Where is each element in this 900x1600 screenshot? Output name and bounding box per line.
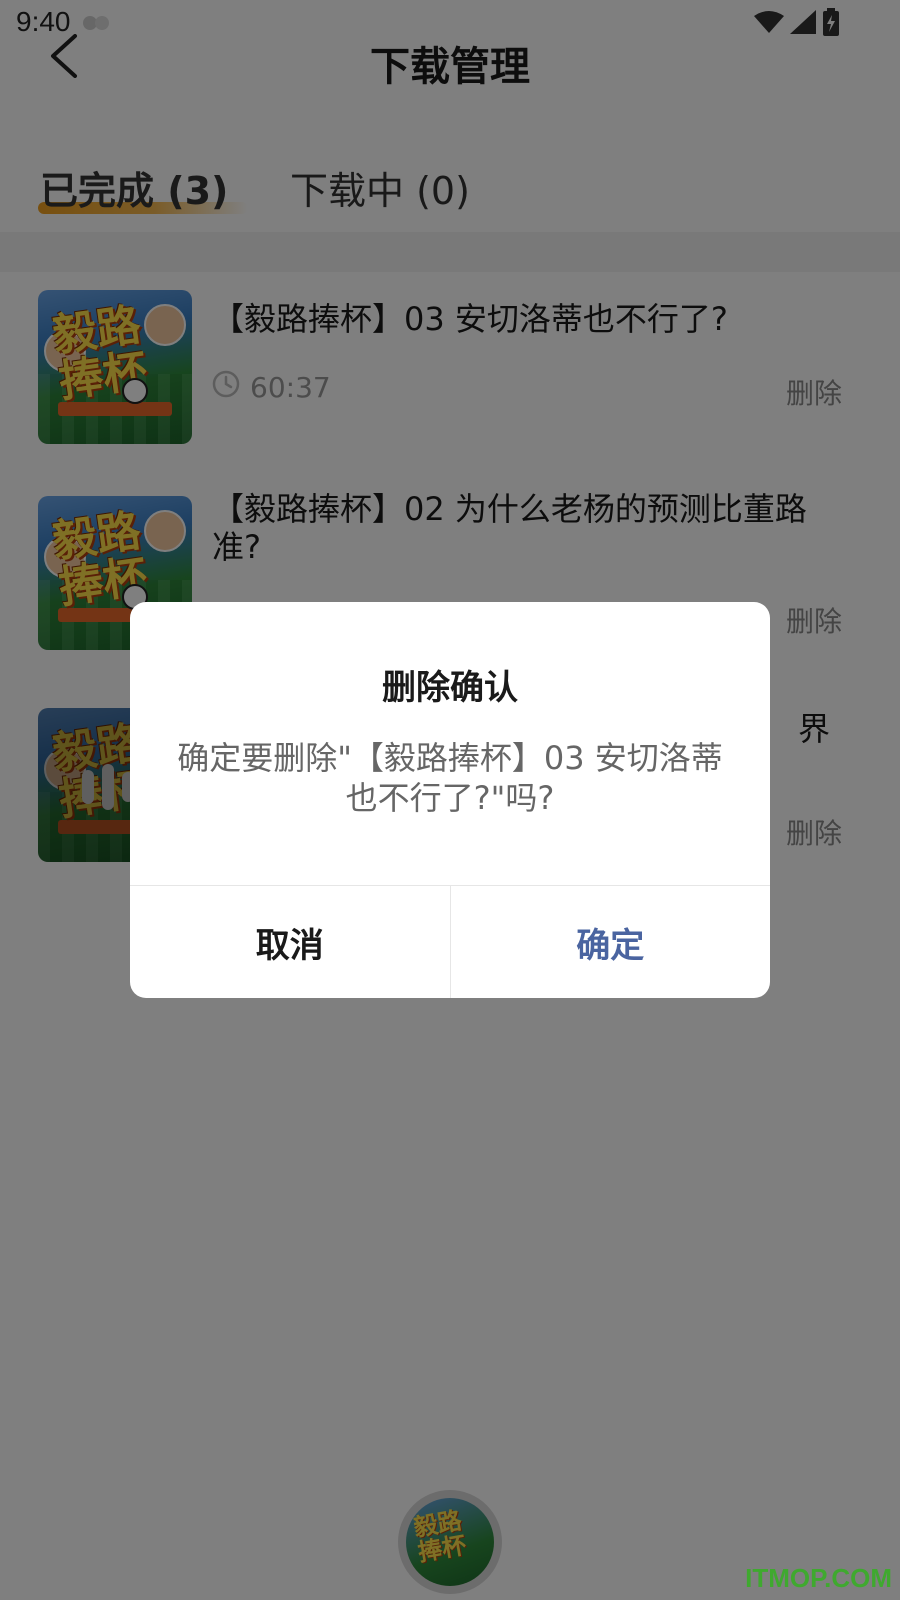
dialog-title: 删除确认 <box>382 668 518 708</box>
delete-confirm-dialog: 删除确认 确定要删除"【毅路捧杯】03 安切洛蒂也不行了?"吗? 取消 确定 <box>130 602 770 998</box>
dialog-actions: 取消 确定 <box>130 885 770 998</box>
tab-label: 已完成 (3) <box>40 169 229 213</box>
cancel-button[interactable]: 取消 <box>130 886 451 998</box>
tab-completed[interactable]: 已完成 (3) <box>40 160 228 215</box>
watermark: ITMOP.COM <box>745 1563 892 1593</box>
confirm-button[interactable]: 确定 <box>451 886 771 998</box>
dialog-message: 确定要删除"【毅路捧杯】03 安切洛蒂也不行了?"吗? <box>177 739 723 817</box>
